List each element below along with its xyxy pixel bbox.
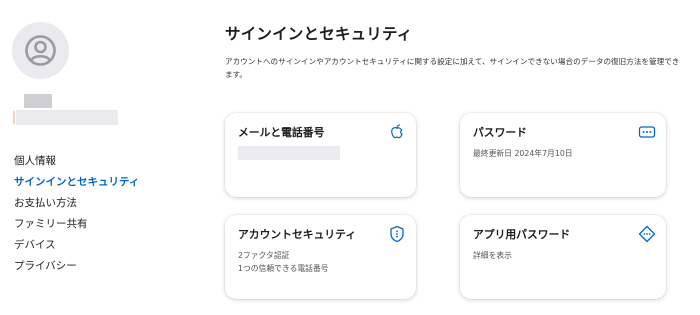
app-passwords-card[interactable]: アプリ用パスワード 詳細を表示: [460, 215, 666, 299]
card-title: パスワード: [473, 126, 527, 139]
sidebar-item-personal-info[interactable]: 個人情報: [14, 151, 139, 172]
account-email-redacted: [13, 110, 118, 125]
shield-icon: [390, 225, 404, 243]
page-description: アカウントへのサインインやアカウントセキュリティに関する設定に加えて、サインイン…: [225, 57, 680, 79]
sidebar-item-privacy[interactable]: プライバシー: [14, 256, 139, 277]
email-phone-card[interactable]: メールと電話番号: [225, 113, 416, 197]
password-card[interactable]: パスワード 最終更新日 2024年7月10日: [460, 113, 666, 197]
card-title: アプリ用パスワード: [473, 228, 571, 241]
main-content: サインインとセキュリティ アカウントへのサインインやアカウントセキュリティに関す…: [225, 0, 695, 315]
sidebar-item-family-sharing[interactable]: ファミリー共有: [14, 214, 139, 235]
avatar[interactable]: [12, 22, 69, 79]
account-name-redacted: [24, 94, 52, 108]
sidebar-item-signin-security[interactable]: サインインとセキュリティ: [14, 172, 139, 193]
sidebar: 個人情報 サインインとセキュリティ お支払い方法 ファミリー共有 デバイス プラ…: [0, 0, 200, 315]
person-icon: [25, 35, 56, 66]
apple-icon: [391, 124, 403, 139]
trusted-phone-count: 1つの信頼できる電話番号: [238, 264, 329, 273]
key-diamond-icon: [638, 225, 656, 243]
page-title: サインインとセキュリティ: [225, 25, 413, 43]
sidebar-nav: 個人情報 サインインとセキュリティ お支払い方法 ファミリー共有 デバイス プラ…: [14, 151, 139, 277]
sidebar-item-devices[interactable]: デバイス: [14, 235, 139, 256]
redacted-email-value: [238, 146, 340, 160]
sidebar-item-payment-methods[interactable]: お支払い方法: [14, 193, 139, 214]
view-details-text: 詳細を表示: [473, 251, 512, 260]
two-factor-status: 2ファクタ認証: [238, 251, 290, 260]
card-title: メールと電話番号: [238, 126, 325, 139]
password-last-updated: 最終更新日 2024年7月10日: [473, 149, 573, 158]
password-dots-icon: [638, 126, 656, 138]
account-security-card[interactable]: アカウントセキュリティ 2ファクタ認証 1つの信頼できる電話番号: [225, 215, 416, 299]
card-title: アカウントセキュリティ: [238, 228, 357, 241]
